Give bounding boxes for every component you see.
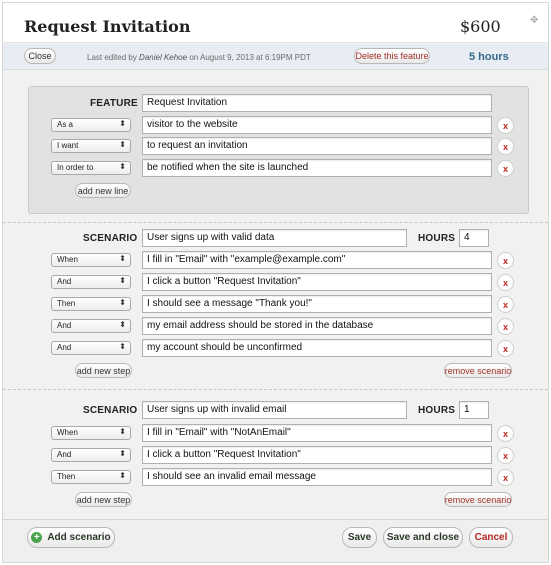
scenario-name-input[interactable]: User signs up with invalid email [142,401,407,419]
feature-title: Request Invitation [24,17,191,36]
step-input[interactable]: I fill in "Email" with "example@example.… [142,251,492,269]
step-keyword-select[interactable]: And ⬍ [51,448,131,462]
chevron-updown-icon: ⬍ [119,320,126,329]
move-icon[interactable]: ✥ [530,15,538,26]
remove-step-x-icon[interactable]: x [497,447,514,464]
plus-circle-icon: + [31,532,43,543]
remove-step-x-icon[interactable]: x [497,318,514,335]
step-input[interactable]: my account should be unconfirmed [142,339,492,357]
remove-line-x-icon[interactable]: x [497,138,514,155]
step-keyword-select[interactable]: And ⬍ [51,341,131,355]
remove-step-x-icon[interactable]: x [497,296,514,313]
remove-step-x-icon[interactable]: x [497,425,514,442]
chevron-updown-icon: ⬍ [119,162,126,171]
price-label: $600 [460,17,501,36]
feature-line-input[interactable]: visitor to the website [142,116,492,134]
remove-scenario-button[interactable]: remove scenario [444,492,512,507]
feature-editor-window: Request Invitation $600 ✥ Close Last edi… [2,2,549,563]
add-scenario-button[interactable]: + Add scenario [27,527,115,548]
feature-keyword-select[interactable]: I want ⬍ [51,139,131,153]
feature-keyword-select[interactable]: As a ⬍ [51,118,131,132]
feature-line-input[interactable]: be notified when the site is launched [142,159,492,177]
remove-scenario-button[interactable]: remove scenario [444,363,512,378]
add-new-step-button[interactable]: add new step [75,363,132,378]
add-new-step-button[interactable]: add new step [75,492,132,507]
chevron-updown-icon: ⬍ [119,254,126,263]
chevron-updown-icon: ⬍ [119,298,126,307]
add-scenario-label: Add scenario [47,532,111,543]
close-button[interactable]: Close [24,48,56,64]
remove-line-x-icon[interactable]: x [497,117,514,134]
scenario-name-input[interactable]: User signs up with valid data [142,229,407,247]
cancel-button[interactable]: Cancel [469,527,513,548]
feature-keyword-select[interactable]: In order to ⬍ [51,161,131,175]
remove-step-x-icon[interactable]: x [497,340,514,357]
edited-suffix: on August 9, 2013 at 6:19PM PDT [189,53,311,62]
add-new-line-button[interactable]: add new line [75,183,131,198]
remove-line-x-icon[interactable]: x [497,160,514,177]
step-input[interactable]: I click a button "Request Invitation" [142,273,492,291]
step-keyword-select[interactable]: And ⬍ [51,319,131,333]
last-edited-info: Last edited by Daniel Kehoe on August 9,… [87,53,311,62]
edited-by: Daniel Kehoe [139,53,188,62]
step-input[interactable]: my email address should be stored in the… [142,317,492,335]
chevron-updown-icon: ⬍ [119,140,126,149]
chevron-updown-icon: ⬍ [119,449,126,458]
scenario-label: SCENARIO [83,233,138,244]
chevron-updown-icon: ⬍ [119,471,126,480]
header: Request Invitation $600 ✥ [3,3,548,43]
remove-step-x-icon[interactable]: x [497,252,514,269]
chevron-updown-icon: ⬍ [119,427,126,436]
delete-feature-button[interactable]: Delete this feature [354,48,430,64]
chevron-updown-icon: ⬍ [119,119,126,128]
step-input[interactable]: I should see an invalid email message [142,468,492,486]
section-divider [3,222,548,223]
section-divider [3,389,548,390]
step-keyword-select[interactable]: Then ⬍ [51,470,131,484]
step-input[interactable]: I click a button "Request Invitation" [142,446,492,464]
remove-step-x-icon[interactable]: x [497,274,514,291]
step-keyword-select[interactable]: When ⬍ [51,253,131,267]
feature-line-input[interactable]: to request an invitation [142,137,492,155]
step-input[interactable]: I should see a message "Thank you!" [142,295,492,313]
hours-input[interactable]: 1 [459,401,489,419]
save-and-close-button[interactable]: Save and close [383,527,463,548]
step-input[interactable]: I fill in "Email" with "NotAnEmail" [142,424,492,442]
total-hours: 5 hours [469,51,509,63]
hours-label: HOURS [418,233,456,244]
remove-step-x-icon[interactable]: x [497,469,514,486]
scenario-label: SCENARIO [83,405,138,416]
chevron-updown-icon: ⬍ [119,276,126,285]
chevron-updown-icon: ⬍ [119,342,126,351]
step-keyword-select[interactable]: When ⬍ [51,426,131,440]
hours-label: HOURS [418,405,456,416]
feature-label: FEATURE [90,98,138,109]
hours-input[interactable]: 4 [459,229,489,247]
step-keyword-select[interactable]: Then ⬍ [51,297,131,311]
feature-name-input[interactable]: Request Invitation [142,94,492,112]
edited-prefix: Last edited by [87,53,137,62]
save-button[interactable]: Save [342,527,377,548]
step-keyword-select[interactable]: And ⬍ [51,275,131,289]
